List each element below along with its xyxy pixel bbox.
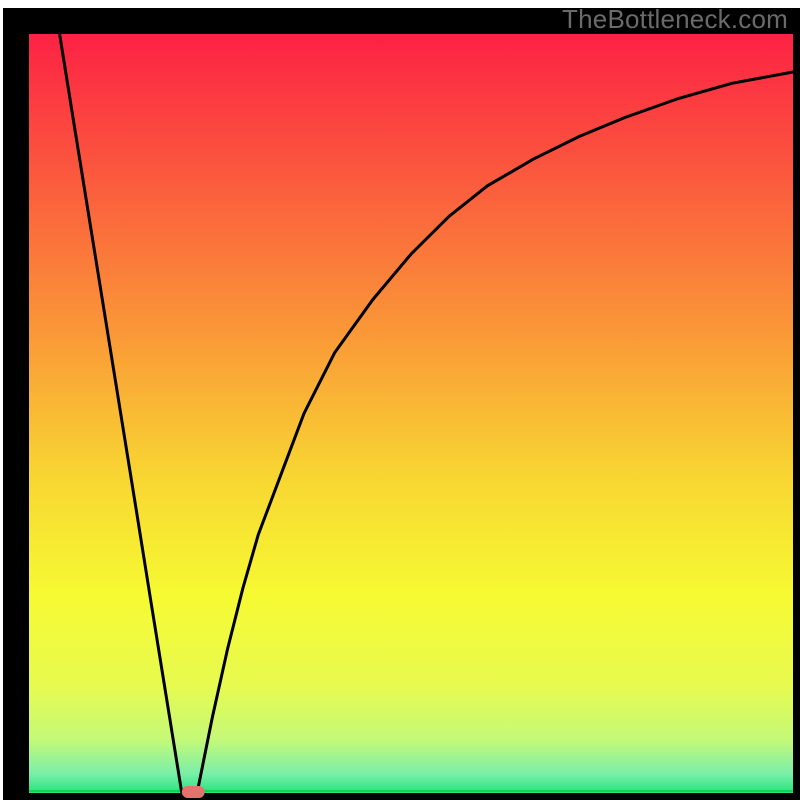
chart-frame: TheBottleneck.com bbox=[0, 0, 800, 800]
plot-background bbox=[29, 34, 793, 793]
bottleneck-chart bbox=[0, 0, 800, 800]
watermark-text: TheBottleneck.com bbox=[562, 4, 788, 35]
optimum-marker bbox=[182, 786, 205, 798]
